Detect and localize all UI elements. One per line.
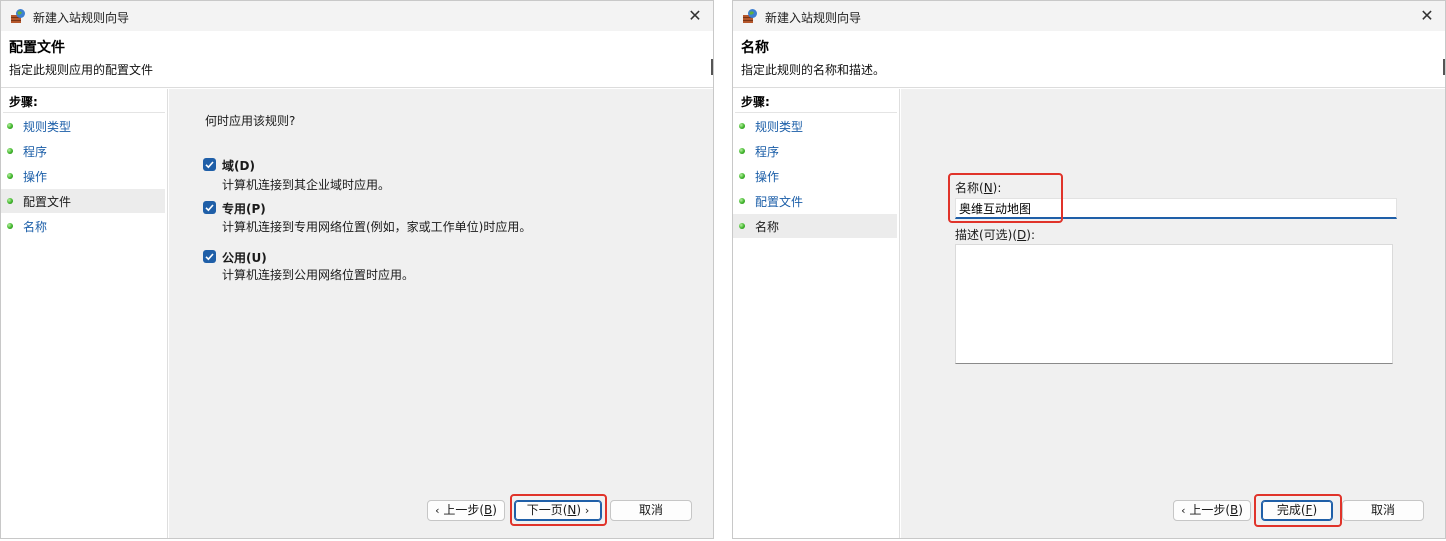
finish-button[interactable]: 完成(F)	[1261, 500, 1333, 521]
cancel-button[interactable]: 取消	[1342, 500, 1424, 521]
step-action[interactable]: 操作	[733, 164, 897, 188]
finish-button-label: 完成(	[1276, 503, 1306, 517]
chevron-left-icon: ‹	[435, 504, 440, 517]
wizard-window-name: 新建入站规则向导 ✕ 名称 指定此规则的名称和描述。 步骤: 规则类型 程序 操…	[732, 0, 1446, 539]
step-label: 配置文件	[23, 195, 72, 209]
public-checkbox[interactable]	[203, 250, 216, 263]
page-subtitle: 指定此规则应用的配置文件	[9, 63, 154, 77]
green-dot-icon	[739, 148, 745, 154]
private-checkbox[interactable]	[203, 201, 216, 214]
content-pane: 名称(N): 描述(可选)(D): ‹ 上一步(B) 完成(F) 取消	[901, 89, 1445, 538]
step-name: 名称	[733, 214, 897, 238]
question-text: 何时应用该规则?	[205, 114, 296, 128]
title-bar: 新建入站规则向导 ✕	[1, 1, 713, 31]
public-description: 计算机连接到公用网络位置时应用。	[222, 268, 415, 282]
green-dot-icon	[739, 223, 745, 229]
green-dot-icon	[7, 123, 13, 129]
step-rule-type[interactable]: 规则类型	[1, 114, 165, 138]
step-program[interactable]: 程序	[1, 139, 165, 163]
description-textarea[interactable]	[955, 244, 1393, 364]
page-title: 名称	[741, 40, 769, 56]
green-dot-icon	[739, 198, 745, 204]
name-field-label: 名称(N):	[955, 179, 1001, 196]
wizard-window-profile: 新建入站规则向导 ✕ 配置文件 指定此规则应用的配置文件 步骤: 规则类型 程序…	[0, 0, 714, 539]
next-button-label: 下一页(	[526, 503, 568, 517]
step-label: 名称	[23, 220, 48, 234]
back-button-end: )	[492, 503, 497, 517]
checkmark-icon	[205, 161, 214, 169]
name-label-end: ):	[992, 181, 1002, 195]
divider	[735, 112, 897, 113]
next-button-end: )	[576, 503, 582, 517]
page-title: 配置文件	[9, 40, 65, 56]
back-button[interactable]: ‹ 上一步(B)	[427, 500, 505, 521]
wizard-header: 名称 指定此规则的名称和描述。	[733, 31, 1445, 88]
private-description: 计算机连接到专用网络位置(例如，家或工作单位)时应用。	[222, 220, 532, 234]
desc-label-key: D	[1017, 228, 1027, 242]
desc-label-end: ):	[1026, 228, 1036, 242]
steps-pane: 步骤: 规则类型 程序 操作 配置文件 名称	[1, 89, 168, 538]
step-label: 规则类型	[23, 120, 72, 134]
chevron-right-icon: ›	[584, 504, 590, 517]
green-dot-icon	[7, 223, 13, 229]
close-icon[interactable]: ✕	[683, 4, 707, 28]
chevron-left-icon: ‹	[1181, 504, 1186, 517]
green-dot-icon	[739, 123, 745, 129]
wizard-header: 配置文件 指定此规则应用的配置文件	[1, 31, 713, 88]
name-label-key: N	[983, 181, 993, 195]
green-dot-icon	[7, 148, 13, 154]
back-button-key: B	[1230, 503, 1239, 517]
back-button-label: 上一步(	[1189, 503, 1230, 517]
firewall-app-icon	[11, 9, 25, 23]
desc-label-text: 描述(可选)(	[955, 228, 1018, 242]
public-label[interactable]: 公用(U)	[222, 249, 267, 266]
finish-button-end: )	[1312, 503, 1318, 517]
domain-label[interactable]: 域(D)	[222, 157, 255, 174]
back-button-label: 上一步(	[443, 503, 484, 517]
step-name[interactable]: 名称	[1, 214, 165, 238]
step-label: 程序	[755, 145, 780, 159]
window-title: 新建入站规则向导	[33, 11, 130, 25]
step-action[interactable]: 操作	[1, 164, 165, 188]
step-label: 名称	[755, 220, 780, 234]
domain-description: 计算机连接到其企业域时应用。	[222, 178, 391, 192]
domain-checkbox[interactable]	[203, 158, 216, 171]
back-button-end: )	[1238, 503, 1243, 517]
checkmark-icon	[205, 253, 214, 261]
step-label: 操作	[23, 170, 48, 184]
next-button[interactable]: 下一页(N) ›	[514, 500, 602, 521]
scrollbar[interactable]	[711, 59, 713, 75]
checkmark-icon	[205, 204, 214, 212]
step-profile[interactable]: 配置文件	[733, 189, 897, 213]
content-pane: 何时应用该规则? 域(D) 计算机连接到其企业域时应用。 专用(P) 计算机连接…	[169, 89, 713, 538]
firewall-app-icon	[743, 9, 757, 23]
divider	[3, 112, 165, 113]
step-program[interactable]: 程序	[733, 139, 897, 163]
cancel-button[interactable]: 取消	[610, 500, 692, 521]
green-dot-icon	[7, 198, 13, 204]
page-subtitle: 指定此规则的名称和描述。	[741, 63, 886, 77]
steps-pane: 步骤: 规则类型 程序 操作 配置文件 名称	[733, 89, 900, 538]
step-label: 程序	[23, 145, 48, 159]
description-field-label: 描述(可选)(D):	[955, 226, 1035, 243]
window-title: 新建入站规则向导	[765, 11, 862, 25]
step-label: 规则类型	[755, 120, 804, 134]
green-dot-icon	[7, 173, 13, 179]
step-profile: 配置文件	[1, 189, 165, 213]
back-button[interactable]: ‹ 上一步(B)	[1173, 500, 1251, 521]
scrollbar[interactable]	[1443, 59, 1445, 75]
back-button-key: B	[484, 503, 493, 517]
steps-title: 步骤:	[741, 95, 770, 109]
close-icon[interactable]: ✕	[1415, 4, 1439, 28]
private-label[interactable]: 专用(P)	[222, 200, 266, 217]
step-label: 配置文件	[755, 195, 804, 209]
green-dot-icon	[739, 173, 745, 179]
name-label-text: 名称(	[955, 181, 984, 195]
name-input[interactable]	[955, 198, 1397, 219]
steps-title: 步骤:	[9, 95, 38, 109]
step-label: 操作	[755, 170, 780, 184]
title-bar: 新建入站规则向导 ✕	[733, 1, 1445, 31]
step-rule-type[interactable]: 规则类型	[733, 114, 897, 138]
